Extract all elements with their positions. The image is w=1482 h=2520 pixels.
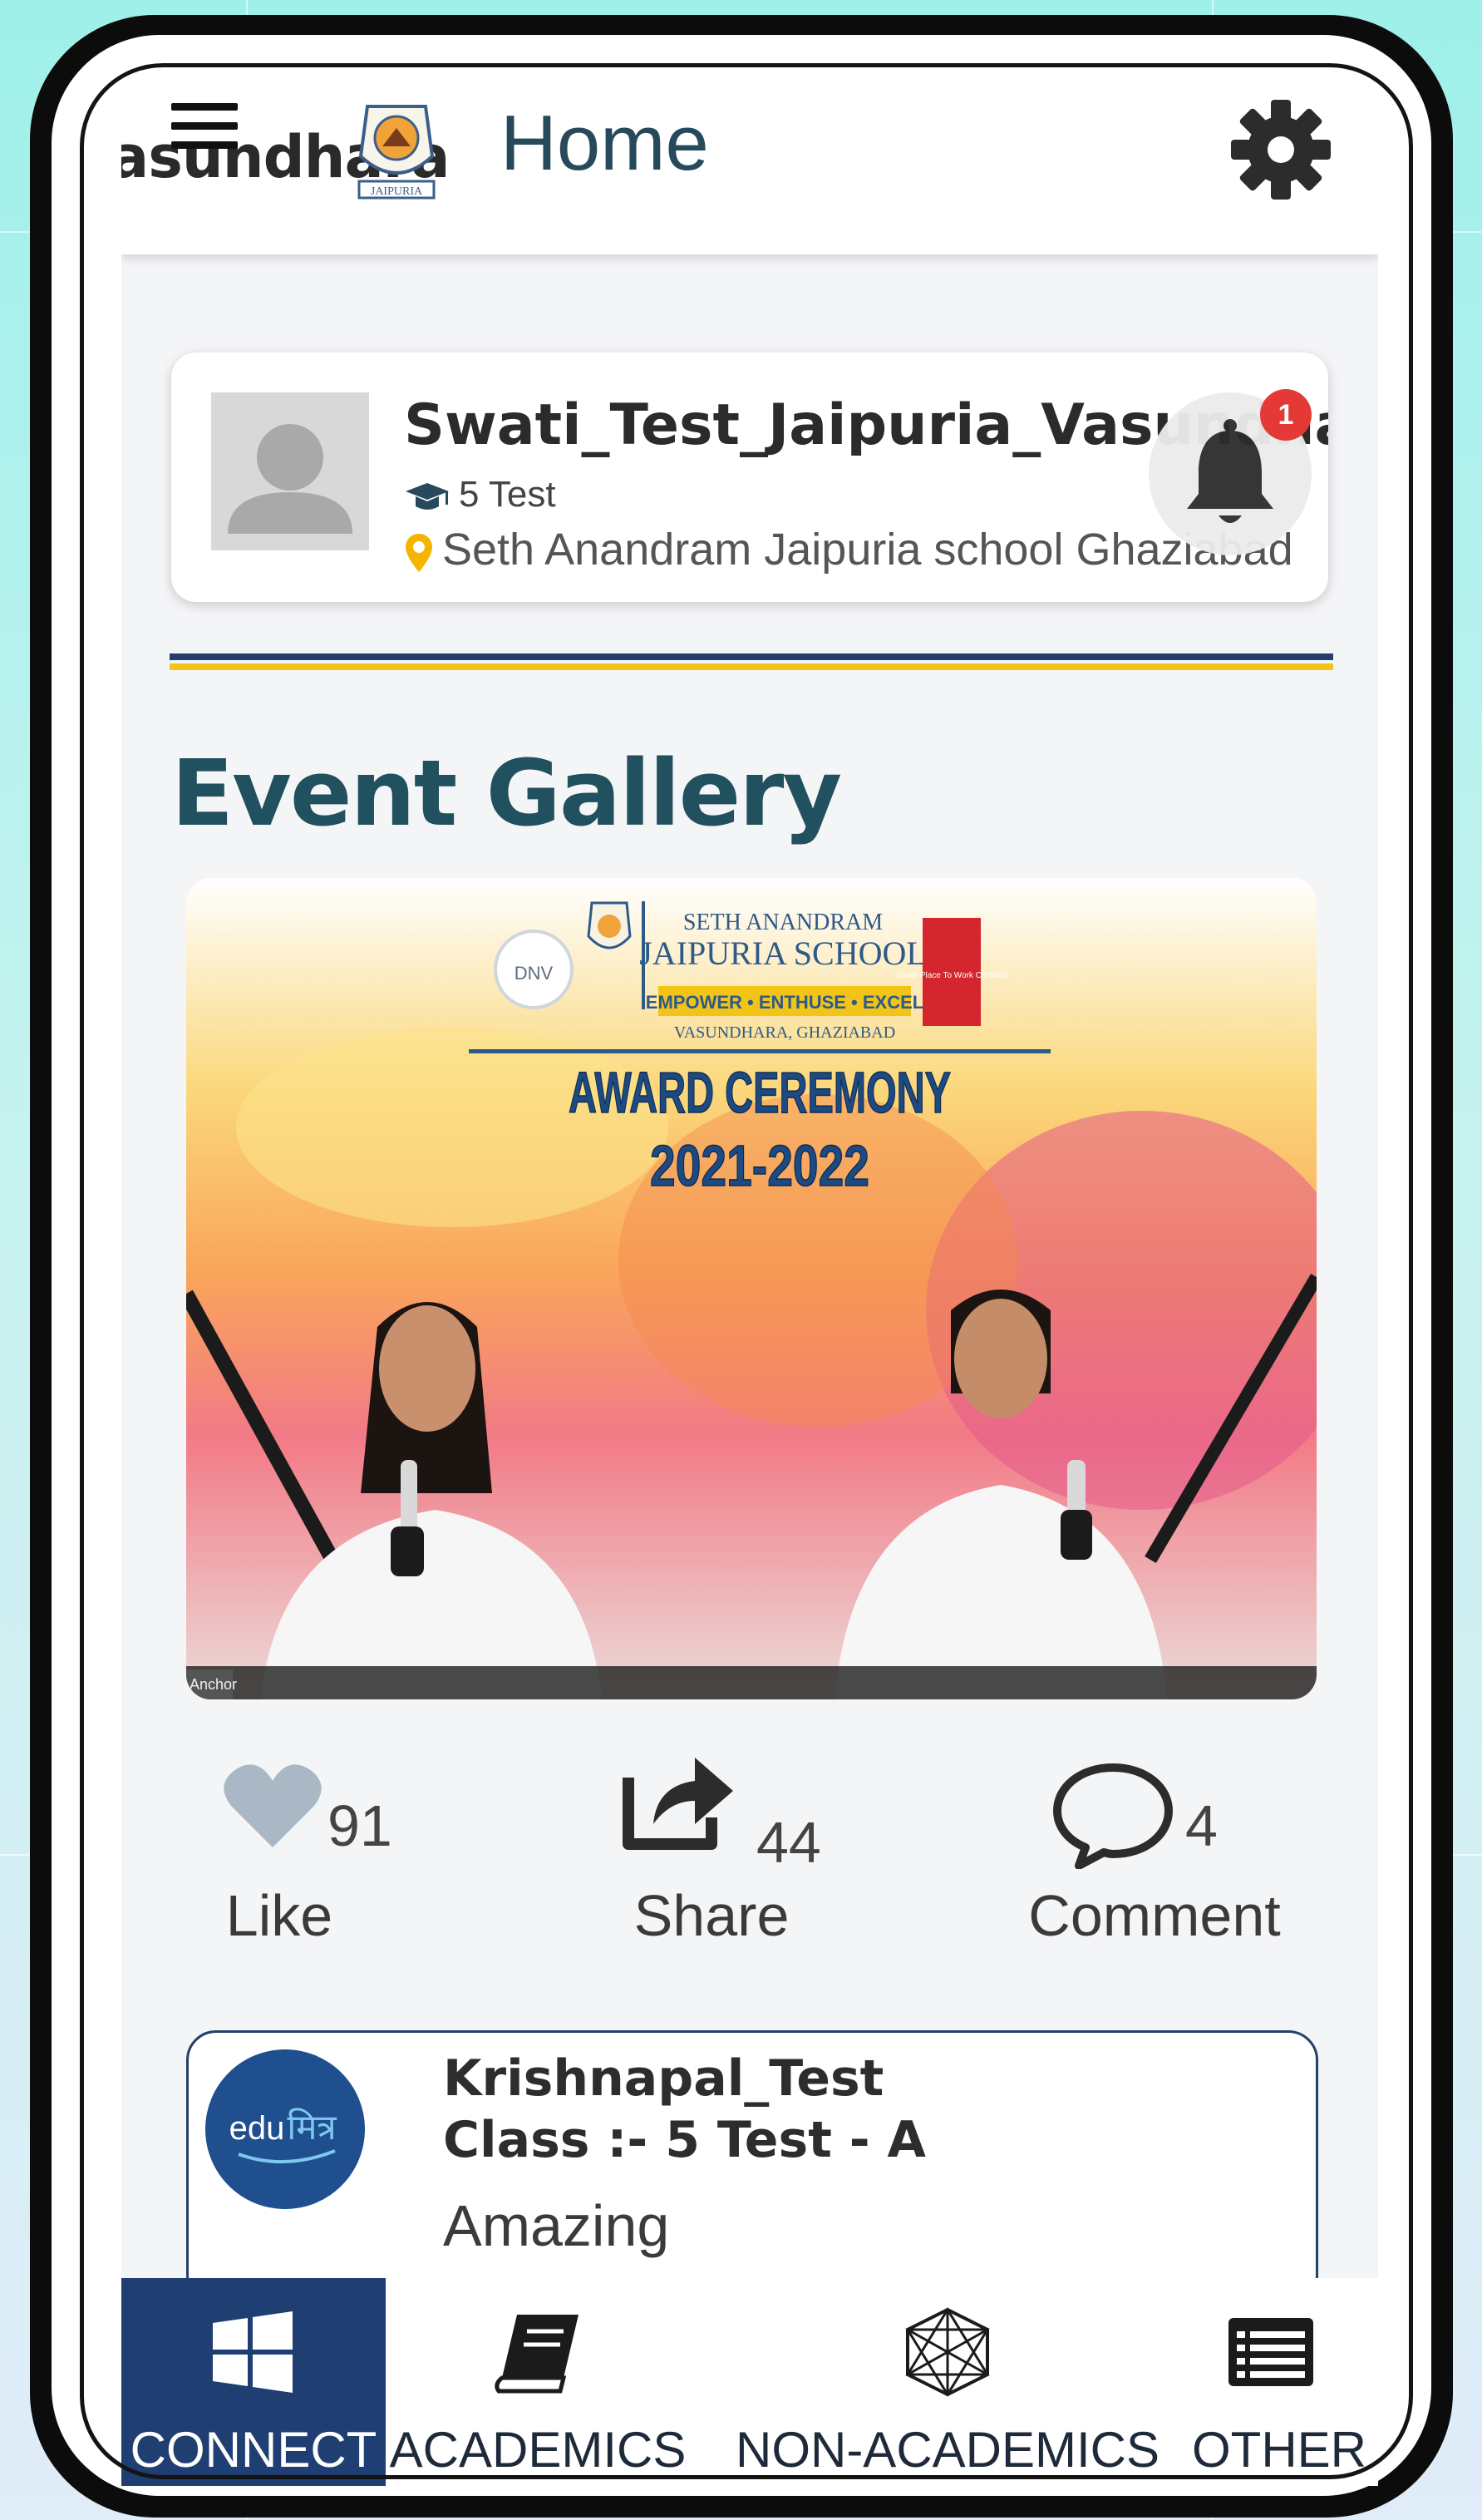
poster-heading: AWARD CEREMONY	[569, 1060, 951, 1125]
hamburger-icon[interactable]	[171, 103, 238, 153]
like-button[interactable]: 91 Like	[188, 1761, 404, 1969]
section-title-event-gallery: Event Gallery	[171, 740, 842, 846]
nav-academics-label: ACADEMICS	[389, 2422, 687, 2478]
commenter-class: Class :- 5 Test - A	[443, 2111, 926, 2169]
notification-badge: 1	[1260, 389, 1312, 441]
nav-other-label: OTHER	[1192, 2422, 1366, 2478]
share-button[interactable]: 44 Share	[620, 1744, 886, 1969]
app-screen: asundhara JAIPURIA Home Swati_Test_Jaipu…	[121, 98, 1378, 2486]
divider-gold	[170, 663, 1333, 670]
poster-corner-label: Anchor	[190, 1676, 237, 1693]
poster-location: VASUNDHARA, GHAZIABAD	[674, 1023, 895, 1042]
avatar-script: मित्र	[287, 2107, 337, 2148]
poster-motto: EMPOWER • ENTHUSE • EXCEL	[646, 992, 923, 1013]
book-icon	[495, 2315, 579, 2394]
windows-icon	[213, 2311, 293, 2393]
crest-caption: JAIPURIA	[371, 185, 423, 198]
polygon-icon	[905, 2307, 990, 2397]
award-ceremony-poster: DNV SETH ANANDRAM JAIPURIA SCHOOL EMPOWE…	[186, 901, 1317, 1699]
like-label: Like	[225, 1883, 333, 1948]
poster-school-line1: SETH ANANDRAM	[683, 910, 883, 935]
nav-non-academics[interactable]: NON-ACADEMICS	[731, 2278, 1164, 2486]
like-count: 91	[327, 1793, 392, 1858]
page-title: Home	[500, 99, 709, 186]
location-pin-icon	[406, 533, 432, 572]
user-placeholder-icon	[228, 424, 352, 534]
share-label: Share	[633, 1883, 790, 1948]
profile-class-text: 5 Test	[459, 474, 556, 515]
comment-label: Comment	[1028, 1883, 1281, 1948]
eduMitra-logo-avatar: edu मित्र	[205, 2049, 365, 2209]
speech-bubble-icon	[1053, 1763, 1173, 1869]
commenter-name: Krishnapal_Test	[443, 2049, 884, 2108]
poster-year: 2021-2022	[650, 1133, 869, 1198]
share-icon	[623, 1758, 733, 1850]
poster-school-line2: JAIPURIA SCHOOL	[639, 935, 927, 972]
cert-left-label: DNV	[515, 963, 554, 984]
profile-class: 5 Test	[404, 474, 556, 515]
nav-other[interactable]: OTHER	[1180, 2278, 1378, 2486]
nav-academics[interactable]: ACADEMICS	[386, 2278, 690, 2486]
avatar	[211, 392, 369, 550]
comment-card[interactable]: edu मित्र Krishnapal_Test Class :- 5 Tes…	[186, 2030, 1318, 2305]
poster-cert-right: Great Place To Work Certified	[897, 971, 1007, 980]
divider-blue	[170, 653, 1333, 660]
avatar-text: edu	[229, 2110, 285, 2147]
share-count: 44	[756, 1810, 821, 1875]
comment-button[interactable]: 4 Comment	[1019, 1761, 1335, 1969]
nav-connect[interactable]: CONNECT	[121, 2278, 386, 2486]
comment-count: 4	[1185, 1793, 1218, 1858]
list-icon	[1228, 2318, 1313, 2386]
event-gallery-image[interactable]: DNV SETH ANANDRAM JAIPURIA SCHOOL EMPOWE…	[186, 878, 1317, 1699]
heart-icon	[224, 1764, 322, 1847]
school-crest-icon: JAIPURIA	[357, 105, 436, 200]
edumitra-logo-icon: edu मित्र	[229, 2107, 337, 2164]
gear-icon[interactable]	[1227, 98, 1335, 206]
app-header: asundhara JAIPURIA Home	[121, 98, 1378, 254]
bottom-navigation: CONNECT ACADEMICS NON-ACADEMICS OTHER	[121, 2278, 1378, 2486]
comment-text: Amazing	[443, 2193, 670, 2258]
nav-connect-label: CONNECT	[130, 2422, 377, 2478]
graduation-cap-icon	[406, 483, 449, 510]
nav-non-academics-label: NON-ACADEMICS	[735, 2422, 1160, 2478]
